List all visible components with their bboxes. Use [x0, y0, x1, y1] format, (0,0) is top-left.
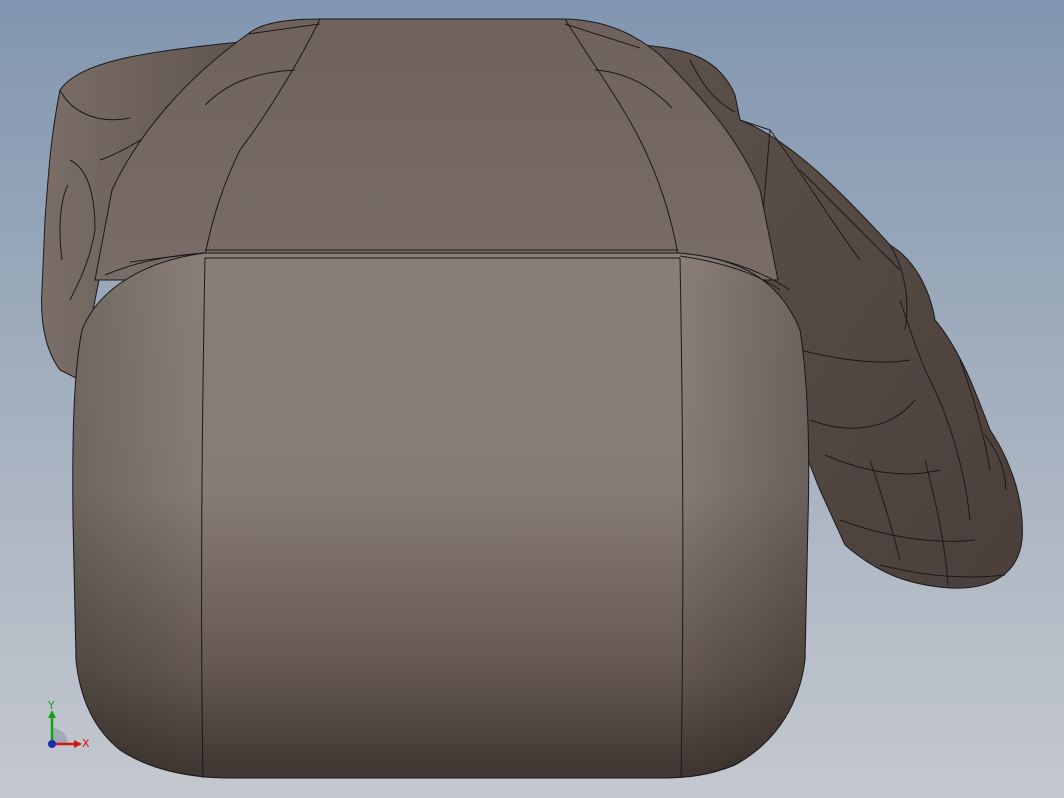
model-render[interactable] — [0, 0, 1064, 798]
body — [72, 249, 810, 779]
x-axis-label: X — [82, 737, 90, 750]
y-axis-label: Y — [48, 699, 55, 712]
axis-triad: Y X — [38, 698, 98, 758]
3d-viewport[interactable]: Y X — [0, 0, 1064, 798]
z-axis-origin — [48, 740, 56, 748]
